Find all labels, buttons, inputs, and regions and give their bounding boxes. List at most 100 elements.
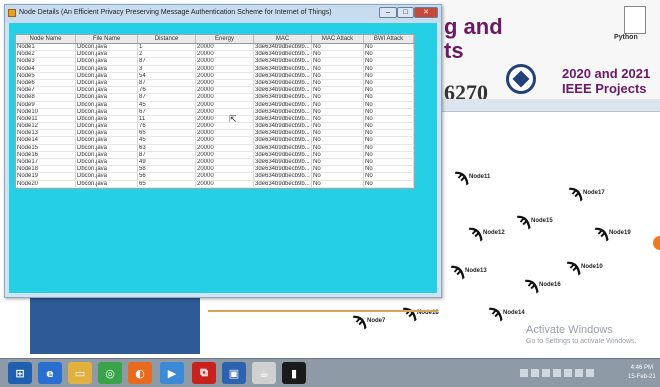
table-cell: Node16 bbox=[16, 151, 76, 158]
node-15[interactable]: ϡ Node15 bbox=[515, 210, 553, 233]
table-row[interactable]: Node9 Dbcon.java 45 20000 3de634b9dbecb9b...… bbox=[16, 101, 414, 109]
table-row[interactable]: Node11 Dbcon.java 11 20000 3de634b9dbecb9b..… bbox=[16, 115, 414, 124]
table-cell: 87 bbox=[138, 58, 196, 65]
table-row[interactable]: Node3 Dbcon.java 87 20000 3de634b9dbecb9b...… bbox=[16, 58, 414, 66]
node-14[interactable]: ϡ Node14 bbox=[487, 302, 525, 325]
node-details-table: Node Name File Name Distance Energy MAC MAC A… bbox=[15, 34, 415, 189]
window-title: Node Details (An Efficient Privacy Prese… bbox=[19, 9, 332, 16]
table-row[interactable]: Node6 Dbcon.java 87 20000 3de634b9dbecb9b...… bbox=[16, 79, 414, 88]
tray-icon[interactable] bbox=[564, 369, 572, 377]
table-cell: No bbox=[312, 151, 364, 158]
node-19[interactable]: ϡ Node19 bbox=[593, 222, 631, 245]
taskbar-clock[interactable]: 4:46 PM 15-Feb-21 bbox=[628, 364, 656, 382]
document-icon[interactable] bbox=[624, 6, 646, 34]
node-7[interactable]: ϡ Node7 bbox=[351, 310, 385, 333]
table-row[interactable]: Node5 Dbcon.java 54 20000 3de634b9dbecb9b...… bbox=[16, 72, 414, 80]
table-cell: 20000 bbox=[196, 79, 254, 87]
title-bar[interactable]: Node Details (An Efficient Privacy Prese… bbox=[5, 5, 441, 23]
table-row[interactable]: Node15 Dbcon.java 63 20000 3de634b9dbecb9b..… bbox=[16, 144, 414, 152]
table-cell: No bbox=[364, 137, 414, 144]
table-row[interactable]: Node14 Dbcon.java 45 20000 3de634b9dbecb9b..… bbox=[16, 137, 414, 145]
node-18[interactable]: ϡ Node18 bbox=[401, 302, 439, 325]
table-cell: Node3 bbox=[16, 58, 76, 65]
minimize-button[interactable]: – bbox=[379, 7, 397, 18]
media-icon[interactable]: ▶ bbox=[160, 362, 184, 384]
column-header[interactable]: Energy bbox=[196, 35, 254, 43]
table-row[interactable]: Node16 Dbcon.java 87 20000 3de634b9dbecb9b..… bbox=[16, 151, 414, 159]
table-row[interactable]: Node19 Dbcon.java 56 20000 3de634b9dbecb9b..… bbox=[16, 173, 414, 181]
column-header[interactable]: BWI Attack bbox=[364, 35, 414, 43]
taskbar: ⊞ e ▭ ◎ ◐ ▶ ⧉ ▣ ☕ ▮ 4:46 PM 15-Feb-21 bbox=[0, 358, 660, 387]
column-header[interactable]: Node Name bbox=[16, 35, 76, 43]
explorer-icon[interactable]: ▭ bbox=[68, 362, 92, 384]
maximize-button[interactable]: □ bbox=[397, 7, 414, 18]
table-row[interactable]: Node17 Dbcon.java 49 20000 3de634b9dbecb9b..… bbox=[16, 159, 414, 167]
table-cell: No bbox=[312, 115, 364, 123]
cmd-icon[interactable]: ▮ bbox=[282, 362, 306, 384]
table-row[interactable]: Node13 Dbcon.java 65 20000 3de634b9dbecb9b..… bbox=[16, 130, 414, 138]
java-icon[interactable]: ☕ bbox=[252, 362, 276, 384]
ie-icon[interactable]: e bbox=[38, 362, 62, 384]
table-row[interactable]: Node18 Dbcon.java 58 20000 3de634b9dbecb9b..… bbox=[16, 166, 414, 174]
table-row[interactable]: Node4 Dbcon.java 3 20000 3de634b9dbecb9b... N… bbox=[16, 65, 414, 73]
table-cell: 3de634b9dbecb9b... bbox=[254, 123, 312, 130]
column-header[interactable]: Distance bbox=[138, 35, 196, 43]
activation-watermark-title: Activate Windows bbox=[526, 324, 613, 336]
table-cell: 3de634b9dbecb9b... bbox=[254, 108, 312, 115]
system-tray[interactable] bbox=[520, 366, 610, 380]
node-17[interactable]: ϡ Node17 bbox=[567, 182, 605, 205]
tray-icon[interactable] bbox=[520, 369, 528, 377]
table-row[interactable]: Node20 Dbcon.java 65 20000 3de634b9dbecb9b..… bbox=[16, 180, 414, 188]
chrome-icon[interactable]: ◎ bbox=[98, 362, 122, 384]
table-row[interactable]: Node7 Dbcon.java 76 20000 3de634b9dbecb9b...… bbox=[16, 87, 414, 95]
node-13[interactable]: ϡ Node13 bbox=[449, 260, 487, 283]
table-row[interactable]: Node2 Dbcon.java 2 20000 3de634b9dbecb9b... N… bbox=[16, 51, 414, 59]
table-cell: No bbox=[364, 151, 414, 158]
table-cell: 3de634b9dbecb9b... bbox=[254, 58, 312, 65]
table-row[interactable]: Node1 Dbcon.java 1 20000 3de634b9dbecb9b... N… bbox=[16, 44, 414, 52]
tray-icon[interactable] bbox=[542, 369, 550, 377]
column-header[interactable]: MAC Attack bbox=[312, 35, 364, 43]
table-cell: 20000 bbox=[196, 173, 254, 180]
start-icon[interactable]: ⊞ bbox=[8, 362, 32, 384]
table-cell: Dbcon.java bbox=[76, 108, 138, 115]
tray-icon[interactable] bbox=[553, 369, 561, 377]
node-16[interactable]: ϡ Node16 bbox=[523, 274, 561, 297]
node-12[interactable]: ϡ Node12 bbox=[467, 222, 505, 245]
table-cell: 20000 bbox=[196, 72, 254, 79]
tray-icon[interactable] bbox=[575, 369, 583, 377]
table-cell: Dbcon.java bbox=[76, 94, 138, 101]
table-cell: Node4 bbox=[16, 65, 76, 72]
table-cell: Dbcon.java bbox=[76, 144, 138, 151]
column-header[interactable]: MAC bbox=[254, 35, 312, 43]
document-label: Python bbox=[614, 34, 638, 41]
app-icon[interactable]: ▣ bbox=[222, 362, 246, 384]
tray-icon[interactable] bbox=[531, 369, 539, 377]
table-cell: No bbox=[312, 166, 364, 173]
table-cell: 63 bbox=[138, 144, 196, 151]
table-cell: 20000 bbox=[196, 123, 254, 130]
table-cell: Dbcon.java bbox=[76, 65, 138, 72]
table-cell: 1 bbox=[138, 44, 196, 51]
table-cell: Dbcon.java bbox=[76, 87, 138, 94]
column-header[interactable]: File Name bbox=[76, 35, 138, 43]
table-cell: Dbcon.java bbox=[76, 101, 138, 108]
table-cell: 3de634b9dbecb9b... bbox=[254, 115, 312, 123]
table-cell: No bbox=[312, 108, 364, 115]
table-cell: 20000 bbox=[196, 144, 254, 151]
node-10[interactable]: ϡ Node10 bbox=[565, 256, 603, 279]
firefox-icon[interactable]: ◐ bbox=[128, 362, 152, 384]
close-button[interactable]: ✕ bbox=[414, 7, 438, 18]
table-cell: Dbcon.java bbox=[76, 44, 138, 51]
table-cell: 3de634b9dbecb9b... bbox=[254, 159, 312, 166]
table-row[interactable]: Node10 Dbcon.java 67 20000 3de634b9dbecb9b..… bbox=[16, 108, 414, 116]
table-row[interactable]: Node8 Dbcon.java 87 20000 3de634b9dbecb9b...… bbox=[16, 94, 414, 102]
tray-icon[interactable] bbox=[586, 369, 594, 377]
node-11[interactable]: ϡ Node11 bbox=[453, 166, 490, 189]
table-row[interactable]: Node12 Dbcon.java 76 20000 3de634b9dbecb9b..… bbox=[16, 123, 414, 131]
acrobat-icon[interactable]: ⧉ bbox=[192, 362, 216, 384]
table-cell: 3 bbox=[138, 65, 196, 72]
table-cell: No bbox=[312, 130, 364, 137]
table-cell: 20000 bbox=[196, 115, 254, 123]
mouse-cursor-icon: ⇱ bbox=[229, 115, 237, 125]
